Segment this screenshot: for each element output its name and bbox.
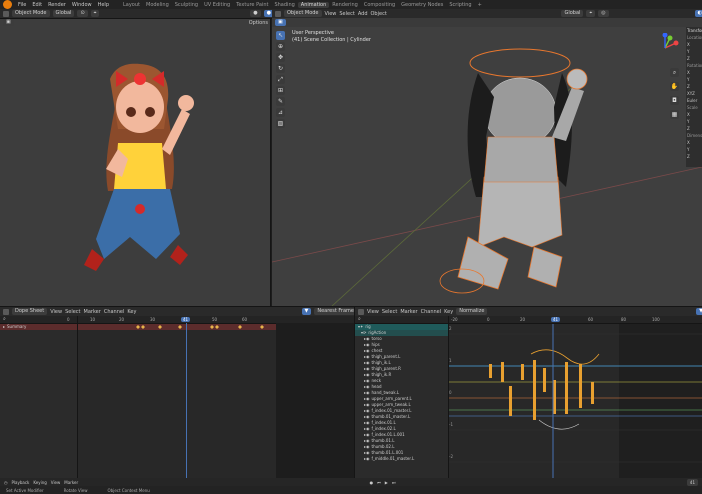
dope-sheet[interactable]: Dope Sheet View Select Marker Channel Ke… xyxy=(0,306,360,479)
n-panel: Transform Location X Y Z Rotation X Y Z … xyxy=(686,27,702,167)
menu-window[interactable]: Window xyxy=(69,2,95,8)
menu-key[interactable]: Key xyxy=(444,309,453,315)
girl-character-render xyxy=(84,63,194,271)
orientation-dropdown[interactable]: Global xyxy=(561,10,584,17)
dopesheet-mode-dropdown[interactable]: Dope Sheet xyxy=(12,308,48,315)
menu-keying[interactable]: Keying xyxy=(33,480,46,485)
jump-start-icon[interactable]: ⏮ xyxy=(377,480,381,485)
tab-modeling[interactable]: Modeling xyxy=(143,2,172,8)
tab-geometry-nodes[interactable]: Geometry Nodes xyxy=(398,2,446,8)
filter-icon[interactable]: ▼ xyxy=(696,308,702,315)
mode-dropdown[interactable]: Object Mode xyxy=(284,10,322,17)
menu-view[interactable]: View xyxy=(325,11,337,17)
menu-select[interactable]: Select xyxy=(65,309,80,315)
status-context-menu: Object Context Menu xyxy=(107,487,150,493)
menu-file[interactable]: File xyxy=(15,2,29,8)
collapse-icon[interactable]: ▸ xyxy=(3,324,5,330)
menu-channel[interactable]: Channel xyxy=(104,309,125,315)
timeline-bar: ◷ Playback Keying View Marker ● ⏮ ▶ ⏭ 41 xyxy=(0,478,702,486)
status-set-active-modifier: Set Active Modifier xyxy=(6,487,44,493)
status-bar: Set Active Modifier Rotate View Object C… xyxy=(0,486,702,494)
tab-animation[interactable]: Animation xyxy=(297,1,330,8)
options-button[interactable]: Options xyxy=(249,20,268,26)
main-viewport[interactable]: Object Mode View Select Add Object Globa… xyxy=(272,9,702,306)
graph-area[interactable]: -20 0 20 41 60 80 100 2 1 0 -1 -2 xyxy=(449,316,702,479)
mode-dropdown[interactable]: Object Mode xyxy=(12,10,50,17)
pan-icon[interactable]: ✋ xyxy=(670,82,679,91)
tab-rendering[interactable]: Rendering xyxy=(329,2,361,8)
tab-uv-editing[interactable]: UV Editing xyxy=(201,2,233,8)
camera-icon[interactable]: ◘ xyxy=(670,96,679,105)
menu-help[interactable]: Help xyxy=(95,2,112,8)
editor-type-icon[interactable] xyxy=(358,308,364,315)
n-panel-tab[interactable]: Transform xyxy=(687,27,702,34)
fcurves xyxy=(449,324,702,479)
tab-texture-paint[interactable]: Texture Paint xyxy=(233,2,271,8)
channel-list: ⌕ ▾✦ rig ▾⟳ rigAction ▸◉ torso ▸◉ hips ▸◉ che… xyxy=(355,316,449,479)
navigation-gizmo[interactable] xyxy=(650,32,680,65)
summary-label: Summary xyxy=(7,324,27,329)
shading-solid-icon[interactable]: ● xyxy=(250,10,261,17)
tab-shading[interactable]: Shading xyxy=(271,2,297,8)
search-icon[interactable]: ⌕ xyxy=(358,316,361,322)
add-workspace-icon[interactable]: + xyxy=(475,2,485,8)
menu-view[interactable]: View xyxy=(367,309,379,315)
current-frame-indicator[interactable]: 41 xyxy=(551,317,561,322)
play-icon[interactable]: ▶ xyxy=(385,480,388,485)
editor-type-icon[interactable] xyxy=(275,10,281,17)
snap-icon[interactable]: ⌖ xyxy=(90,10,100,17)
zoom-icon[interactable]: ⌕ xyxy=(670,68,679,77)
menu-object[interactable]: Object xyxy=(371,11,387,17)
menu-add[interactable]: Add xyxy=(358,11,368,17)
menu-select[interactable]: Select xyxy=(382,309,397,315)
menu-view[interactable]: View xyxy=(50,309,62,315)
tab-layout[interactable]: Layout xyxy=(120,2,143,8)
playhead-line xyxy=(186,323,187,479)
menu-playback[interactable]: Playback xyxy=(12,480,30,485)
menu-edit[interactable]: Edit xyxy=(29,2,45,8)
blender-logo-icon[interactable] xyxy=(3,0,12,9)
status-rotate-view: Rotate View xyxy=(63,487,88,493)
jump-end-icon[interactable]: ⏭ xyxy=(392,480,396,485)
proportional-icon[interactable]: ◎ xyxy=(598,10,609,17)
render-viewport[interactable]: Object Mode Global ⊙ ⌖ ● ● ▣ Options xyxy=(0,9,277,306)
menu-render[interactable]: Render xyxy=(45,2,69,8)
menu-select[interactable]: Select xyxy=(339,11,354,17)
current-frame-indicator[interactable]: 41 xyxy=(181,317,191,322)
viewport-icons[interactable]: ▣ xyxy=(3,19,14,26)
menu-marker[interactable]: Marker xyxy=(64,480,78,485)
group-icon: ▸◉ xyxy=(364,456,370,461)
tab-compositing[interactable]: Compositing xyxy=(361,2,398,8)
editor-type-icon[interactable] xyxy=(3,308,9,315)
menu-view[interactable]: View xyxy=(51,480,61,485)
tab-scripting[interactable]: Scripting xyxy=(446,2,474,8)
snap-icon[interactable]: ⌖ xyxy=(586,10,596,17)
filter-icon[interactable]: ▼ xyxy=(301,308,312,315)
top-bar: File Edit Render Window Help Layout Mode… xyxy=(0,0,702,9)
graph-editor[interactable]: View Select Marker Channel Key Normalize… xyxy=(354,306,702,479)
wireframe-model xyxy=(272,48,702,306)
ortho-icon[interactable]: ▦ xyxy=(670,110,679,119)
menu-marker[interactable]: Marker xyxy=(84,309,101,315)
orientation-dropdown[interactable]: Global xyxy=(52,10,75,17)
shading-wire-icon[interactable]: ◐ xyxy=(694,10,702,17)
select-box-icon[interactable]: ▣ xyxy=(275,19,286,26)
record-icon[interactable]: ● xyxy=(370,480,374,485)
pivot-icon[interactable]: ⊙ xyxy=(77,10,88,17)
current-frame-field[interactable]: 41 xyxy=(686,478,699,486)
menu-key[interactable]: Key xyxy=(127,309,136,315)
menu-marker[interactable]: Marker xyxy=(400,309,417,315)
tab-sculpting[interactable]: Sculpting xyxy=(172,2,201,8)
list-item[interactable]: ▸◉ f_middle.01_master.L xyxy=(355,456,448,462)
normalize-toggle[interactable]: Normalize xyxy=(456,308,488,315)
editor-type-icon[interactable] xyxy=(3,10,9,17)
menu-channel[interactable]: Channel xyxy=(421,309,442,315)
interp-dropdown[interactable]: Nearest Frame xyxy=(314,308,357,315)
search-icon[interactable]: ⌕ xyxy=(3,316,6,322)
dopesheet-timeline[interactable]: 0 10 20 30 41 50 60 xyxy=(67,316,354,479)
summary-channel[interactable]: ▸ Summary xyxy=(0,324,77,330)
out-of-range-area xyxy=(276,323,354,479)
clock-icon[interactable]: ◷ xyxy=(4,480,8,485)
